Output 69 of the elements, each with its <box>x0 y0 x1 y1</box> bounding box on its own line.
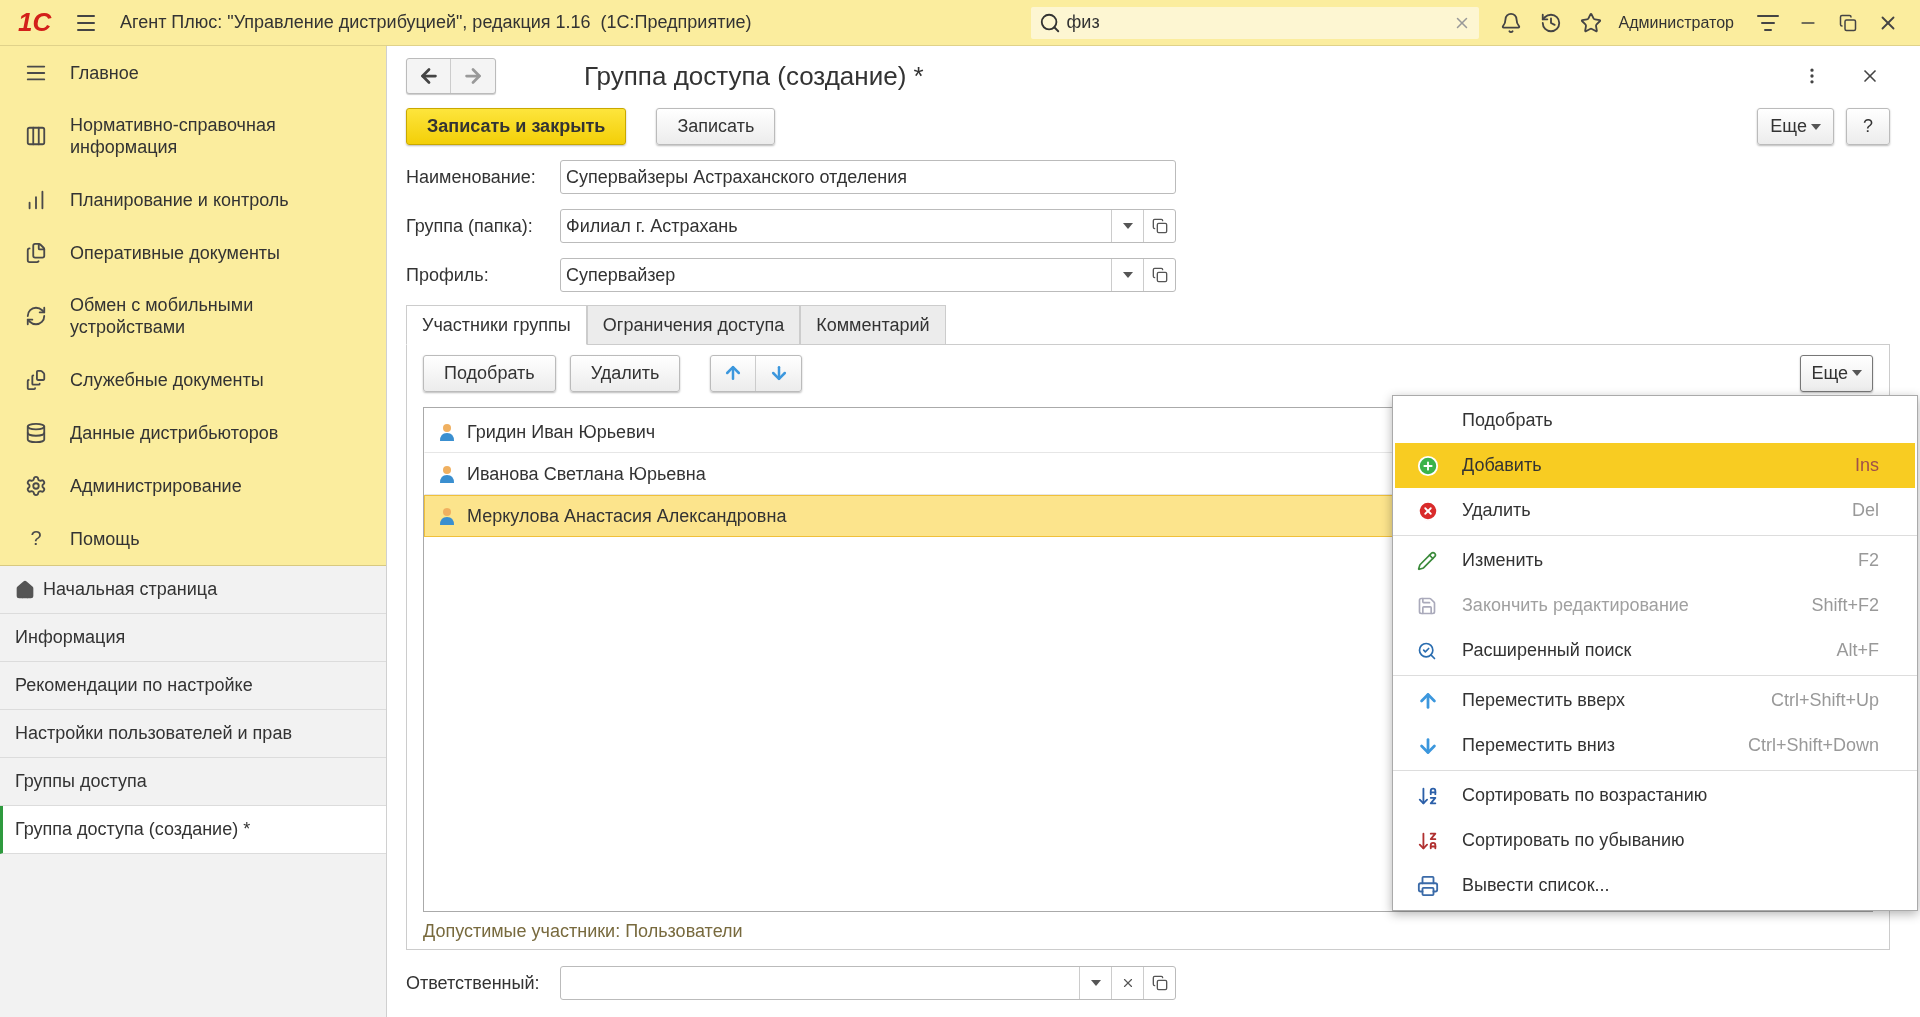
help-glyph: ? <box>29 527 43 550</box>
allowed-members-note: Допустимые участники: Пользователи <box>423 921 744 942</box>
dropdown-icon <box>1811 123 1821 130</box>
printer-icon <box>1417 874 1439 897</box>
sidebar-item[interactable]: Обмен с мобильными устройствами <box>0 279 386 353</box>
open-icon <box>1151 267 1168 283</box>
tab[interactable]: Ограничения доступа <box>586 305 801 345</box>
tab[interactable]: Комментарий <box>800 305 946 345</box>
open-icon <box>1151 975 1168 991</box>
dropdown-icon <box>1090 980 1101 986</box>
person-icon <box>439 423 455 441</box>
person-icon <box>439 507 455 525</box>
toolbar-button[interactable]: Подобрать <box>423 354 556 392</box>
settings-icon <box>24 474 48 497</box>
database-icon <box>24 421 48 444</box>
field-label: Профиль: <box>406 264 490 286</box>
more-button[interactable]: Еще <box>1800 354 1873 392</box>
search-icon <box>1417 640 1437 661</box>
pencil-icon <box>1417 550 1437 571</box>
sidebar-item[interactable]: Данные дистрибьюторов <box>0 406 386 459</box>
home-icon <box>15 579 35 600</box>
more-button[interactable]: Еще <box>1757 108 1834 145</box>
field-label: Наименование: <box>406 166 537 188</box>
field-label: Группа (папка): <box>406 215 534 237</box>
field-label: Ответственный: <box>406 972 541 994</box>
document-stack-icon <box>24 368 48 391</box>
menu-item[interactable]: Вывести список... <box>1395 863 1915 908</box>
dropdown-icon <box>1122 223 1133 229</box>
menu-item[interactable]: Сортировать по убыванию <box>1395 818 1915 863</box>
open-icon <box>1151 218 1168 234</box>
sidebar-item[interactable]: Администрирование <box>0 459 386 512</box>
form-title: Группа доступа (создание) * <box>584 60 924 92</box>
menu-item[interactable]: Добавить Ins <box>1395 443 1915 488</box>
save-close-button[interactable]: Записать и закрыть <box>406 108 627 145</box>
search-field[interactable]: физ <box>1030 6 1479 39</box>
menu-item[interactable]: Переместить вниз Ctrl+Shift+Down <box>1395 723 1915 768</box>
person-icon <box>439 465 455 483</box>
window-title: Агент Плюс: "Управление дистрибуцией", редакция 1.16 (1С:Предприятие) <box>120 12 752 33</box>
sidebar-item[interactable]: Служебные документы <box>0 353 386 406</box>
save-button[interactable]: Записать <box>656 108 776 145</box>
menu-item[interactable]: Изменить F2 <box>1395 538 1915 583</box>
user-name[interactable]: Администратор <box>1618 13 1734 32</box>
search-icon <box>1038 11 1061 34</box>
columns-icon <box>24 125 48 147</box>
open-window-tab[interactable]: Группа доступа (создание) * <box>0 806 386 854</box>
toolbar-button[interactable]: Удалить <box>569 354 681 392</box>
help-button[interactable]: ? <box>1846 108 1890 145</box>
dropdown-icon <box>1852 370 1862 376</box>
sidebar-item[interactable]: ? Помощь <box>0 512 386 565</box>
sidebar-item[interactable]: Главное <box>0 46 386 99</box>
input-field[interactable]: Супервайзеры Астраханского отделения <box>560 160 1176 194</box>
menu-item[interactable]: Переместить вверх Ctrl+Shift+Up <box>1395 678 1915 723</box>
refresh-icon <box>24 305 48 327</box>
dropdown-icon <box>1122 272 1133 278</box>
input-field[interactable] <box>560 966 1176 1000</box>
arrow-right-icon <box>462 65 484 87</box>
menu-item[interactable]: Сортировать по возрастанию <box>1395 773 1915 818</box>
plus-circle-icon <box>1417 454 1439 477</box>
sidebar-item[interactable]: Нормативно-справочная информация <box>0 99 386 173</box>
documents-icon <box>24 241 48 264</box>
save-icon <box>1417 595 1437 616</box>
input-field[interactable]: Филиал г. Астрахань <box>560 209 1176 243</box>
tab[interactable]: Участники группы <box>406 305 587 345</box>
sidebar-item[interactable]: Оперативные документы <box>0 226 386 279</box>
input-field[interactable]: Супервайзер <box>560 258 1176 292</box>
menu-item[interactable]: Расширенный поиск Alt+F <box>1395 628 1915 673</box>
close-circle-icon <box>1417 499 1439 522</box>
app-logo: 1С <box>18 7 53 38</box>
sidebar-item[interactable]: Планирование и контроль <box>0 173 386 226</box>
